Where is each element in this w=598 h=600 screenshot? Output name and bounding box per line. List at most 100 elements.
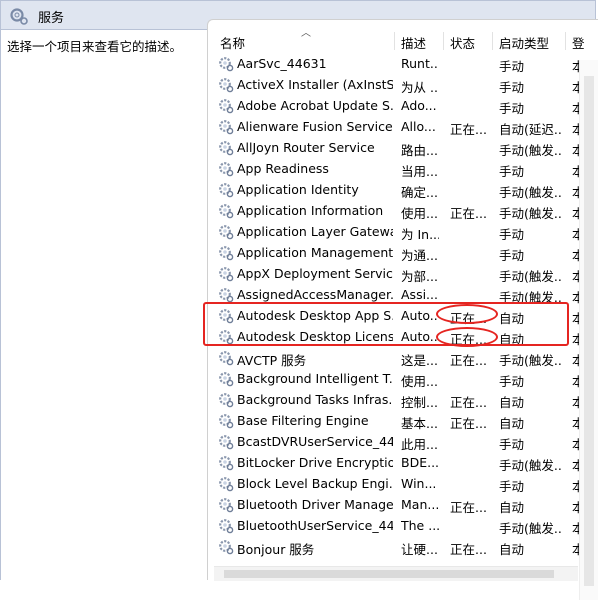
service-name: AVCTP 服务: [237, 353, 307, 368]
description-pane: 选择一个项目来查看它的描述。: [0, 30, 207, 580]
service-gear-icon: [218, 245, 234, 261]
column-header-desc[interactable]: 描述: [401, 33, 426, 52]
service-startup-type: 自动: [499, 416, 525, 431]
service-description: Runt...: [401, 56, 439, 71]
service-name: AarSvc_44631: [237, 56, 327, 71]
service-description: Assi...: [401, 287, 438, 302]
service-status: 正在...: [450, 395, 486, 410]
service-name: Background Intelligent T...: [237, 371, 393, 386]
service-description: 为通...: [401, 248, 438, 263]
services-list[interactable]: ︿ 名称 描述 状态 启动类型 登 AarSvc_44631 Runt... 手动本…: [207, 19, 598, 600]
service-row[interactable]: Application Layer Gatewa... 为 In... 手动本: [208, 222, 582, 243]
service-startup-type: 自动: [499, 395, 525, 410]
service-description: 为部...: [401, 269, 438, 284]
service-description: Man...: [401, 497, 439, 512]
service-status: 正在...: [450, 206, 486, 221]
service-description: 让硬...: [401, 542, 438, 557]
service-gear-icon: [218, 287, 234, 303]
scrollbar-thumb[interactable]: [584, 76, 594, 586]
service-startup-type: 自动: [499, 500, 525, 515]
service-name: ActiveX Installer (AxInstSV): [237, 77, 393, 92]
service-row[interactable]: AarSvc_44631 Runt... 手动本: [208, 54, 582, 75]
service-gear-icon: [218, 224, 234, 240]
service-description: 此用...: [401, 437, 438, 452]
service-startup-type: 自动: [499, 542, 525, 557]
service-gear-icon: [218, 392, 234, 408]
service-name: Alienware Fusion Service: [237, 119, 393, 134]
column-header-startup[interactable]: 启动类型: [499, 33, 549, 52]
highlight-oval: [436, 304, 498, 324]
service-name: Application Identity: [237, 182, 359, 197]
service-name: App Readiness: [237, 161, 329, 176]
service-row[interactable]: Bonjour 服务 让硬... 正在... 自动本: [208, 537, 582, 558]
service-description: Ado...: [401, 98, 437, 113]
service-row[interactable]: Bluetooth Driver Manage... Man... 正在... 自动本: [208, 495, 582, 516]
service-startup-type: 手动: [499, 164, 525, 179]
service-row[interactable]: AllJoyn Router Service 路由... 手动(触发... 本: [208, 138, 582, 159]
column-divider[interactable]: [394, 32, 395, 50]
service-row[interactable]: Alienware Fusion Service Allo... 正在... 自动(延…: [208, 117, 582, 138]
service-row[interactable]: BitLocker Drive Encryptio... BDE... 手动(触发.…: [208, 453, 582, 474]
service-description: 使用...: [401, 206, 438, 221]
service-gear-icon: [218, 497, 234, 513]
column-divider[interactable]: [443, 32, 444, 50]
column-divider[interactable]: [492, 32, 493, 50]
service-row[interactable]: Background Intelligent T... 使用... 手动本: [208, 369, 582, 390]
service-gear-icon: [218, 476, 234, 492]
service-gear-icon: [218, 98, 234, 114]
service-name: Application Management: [237, 245, 393, 260]
service-row[interactable]: Background Tasks Infras... 控制... 正在... 自动本: [208, 390, 582, 411]
service-gear-icon: [218, 413, 234, 429]
service-row[interactable]: AppX Deployment Servic... 为部... 手动(触发... 本: [208, 264, 582, 285]
service-row[interactable]: App Readiness 当用... 手动本: [208, 159, 582, 180]
service-startup-type: 手动(触发...: [499, 269, 563, 284]
service-name: AppX Deployment Servic...: [237, 266, 393, 281]
service-startup-type: 自动(延迟...: [499, 122, 563, 137]
service-row[interactable]: ActiveX Installer (AxInstSV) 为从 ... 手动本: [208, 75, 582, 96]
service-startup-type: 手动: [499, 101, 525, 116]
service-gear-icon: [218, 140, 234, 156]
service-row[interactable]: AVCTP 服务 这是... 正在... 手动(触发... 本: [208, 348, 582, 369]
vertical-scrollbar[interactable]: [579, 60, 598, 600]
service-startup-type: 手动(触发...: [499, 185, 563, 200]
service-row[interactable]: Application Identity 确定... 手动(触发... 本: [208, 180, 582, 201]
service-row[interactable]: BcastDVRUserService_44... 此用... 手动本: [208, 432, 582, 453]
column-header-logon[interactable]: 登: [572, 33, 585, 52]
service-gear-icon: [218, 518, 234, 534]
service-name: Adobe Acrobat Update S...: [237, 98, 393, 113]
column-divider[interactable]: [565, 32, 566, 50]
service-gear-icon: [218, 539, 234, 555]
highlight-oval: [436, 327, 498, 347]
window-title: 服务: [38, 11, 65, 26]
service-name: Bluetooth Driver Manage...: [237, 497, 393, 512]
service-row[interactable]: Base Filtering Engine 基本... 正在... 自动本: [208, 411, 582, 432]
service-gear-icon: [218, 203, 234, 219]
horizontal-scrollbar[interactable]: [214, 566, 578, 581]
service-name: BluetoothUserService_44...: [237, 518, 393, 533]
service-gear-icon: [218, 434, 234, 450]
service-startup-type: 手动: [499, 248, 525, 263]
service-gear-icon: [218, 371, 234, 387]
service-gear-icon: [218, 455, 234, 471]
service-gear-icon: [218, 350, 234, 366]
service-row[interactable]: Block Level Backup Engi... Win... 手动本: [208, 474, 582, 495]
column-header-status[interactable]: 状态: [450, 33, 475, 52]
service-startup-type: 手动: [499, 437, 525, 452]
service-startup-type: 手动(触发...: [499, 206, 563, 221]
scrollbar-thumb[interactable]: [224, 570, 554, 578]
service-status: 正在...: [450, 353, 486, 368]
service-description: 为从 ...: [401, 80, 439, 95]
service-description: 当用...: [401, 164, 438, 179]
service-name: Bonjour 服务: [237, 542, 315, 557]
service-row[interactable]: Adobe Acrobat Update S... Ado... 手动本: [208, 96, 582, 117]
service-startup-type: 手动: [499, 374, 525, 389]
service-name: Application Information: [237, 203, 384, 218]
service-startup-type: 手动: [499, 479, 525, 494]
service-row[interactable]: Application Management 为通... 手动本: [208, 243, 582, 264]
service-gear-icon: [218, 119, 234, 135]
service-row[interactable]: BluetoothUserService_44... The ... 手动(触发..…: [208, 516, 582, 537]
column-header-name[interactable]: 名称: [220, 33, 245, 52]
highlight-box: [203, 302, 569, 346]
service-startup-type: 手动(触发...: [499, 521, 563, 536]
service-row[interactable]: Application Information 使用... 正在... 手动(触发..…: [208, 201, 582, 222]
